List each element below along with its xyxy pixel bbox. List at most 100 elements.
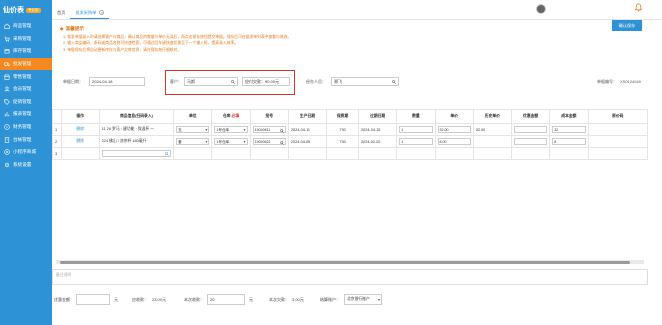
sidebar-item-label: 零售管理: [13, 73, 32, 79]
empty-cell: [396, 147, 436, 160]
sidebar-item-7[interactable]: 报表管理: [0, 108, 52, 121]
account-select[interactable]: 北京银行账户: [344, 294, 382, 305]
price-input[interactable]: 8.00: [437, 138, 471, 145]
col-header-warehouse: 仓库 必填: [211, 109, 251, 124]
cost-cell[interactable]: 32: [549, 123, 589, 136]
tab-wholesale-order[interactable]: 批发采购单 ×: [70, 7, 110, 19]
delete-link-text[interactable]: 删除: [76, 139, 84, 143]
unit-cell[interactable]: 套: [173, 135, 213, 148]
product-cell[interactable]: 224 佛山 / 凉茶杯 180毫升: [98, 135, 175, 148]
sidebar-item-6[interactable]: 促销管理: [0, 96, 52, 109]
row-number: 1: [52, 123, 62, 136]
mfg-date-cell[interactable]: 2024-04-11: [287, 123, 328, 136]
unit-cell[interactable]: 支: [173, 123, 213, 136]
batch-input[interactable]: 19040621: [252, 138, 286, 145]
qty-input[interactable]: 1: [399, 138, 433, 145]
expiry-cell: 2024-04-15: [357, 123, 398, 136]
sidebar-item-11[interactable]: 系统设置: [0, 159, 52, 172]
tips-line: 3. 单据保存后将自动更新库存与客户欠款信息，请在保存前仔细核对。: [63, 47, 182, 52]
unit-select[interactable]: 支: [176, 126, 210, 134]
delete-link[interactable]: 删除: [60, 135, 100, 148]
col-header: 保质期: [326, 109, 359, 124]
sidebar-item-5[interactable]: 会员管理: [0, 83, 52, 96]
tab-home[interactable]: 首页: [52, 7, 70, 19]
discount-cell[interactable]: [510, 135, 551, 148]
discount-amount-input[interactable]: [76, 294, 110, 305]
shelf-life-cell: 730: [326, 135, 359, 148]
search-icon[interactable]: [280, 140, 284, 145]
sidebar-item-3[interactable]: 批发管理: [0, 57, 52, 71]
table-row: 1 删除 11 26 罗马 · 建功能 · 保温杯 一 支 1号仓库 19040…: [52, 123, 648, 136]
table-header-row: 操作 商品信息(扫码录入) 单位 仓库 必填 批号 生产日期 保质期 过期日期 …: [52, 109, 648, 124]
sidebar-item-8[interactable]: ¥ 财务管理: [0, 121, 52, 134]
account-label: 结算账户：: [320, 297, 340, 302]
price-input[interactable]: 32.00: [437, 126, 471, 133]
owed-label: 本次欠款：: [269, 297, 289, 302]
sidebar-item-1[interactable]: 采购管理: [0, 33, 52, 46]
book-icon: [4, 136, 10, 143]
warehouse-select[interactable]: 1号仓库: [214, 126, 248, 134]
scrollbar-thumb[interactable]: [60, 260, 630, 264]
mfg-date-cell[interactable]: 2024-04-05: [287, 135, 328, 148]
warehouse-cell[interactable]: 1号仓库: [211, 135, 251, 148]
staff-label: 经办人员：: [306, 79, 326, 84]
col-header: 商品信息(扫码录入): [98, 109, 175, 124]
delete-link[interactable]: 删除: [60, 123, 100, 136]
empty-cell: [587, 147, 648, 160]
sidebar: 仙价表 专业版 商品管理 采购管理 库存管理 批发管理零售管理会员管理 促销管理 报表管理…: [0, 0, 52, 325]
user-icon: [4, 86, 10, 92]
warehouse-select[interactable]: 1号仓库: [214, 138, 248, 146]
empty-cell: [211, 147, 251, 160]
price-cell[interactable]: 32.00: [434, 123, 474, 136]
order-no-label: 单据编号：: [597, 79, 617, 84]
save-button[interactable]: 确认保存: [612, 20, 642, 31]
search-icon[interactable]: [165, 152, 169, 156]
close-icon[interactable]: ×: [99, 10, 105, 15]
sidebar-item-4[interactable]: 零售管理: [0, 70, 52, 83]
col-header: 成本金额: [549, 109, 589, 124]
tag-icon: [4, 99, 10, 105]
date-field[interactable]: 2024-04-18: [89, 77, 145, 86]
avatar[interactable]: [536, 4, 546, 14]
unit-select[interactable]: 套: [176, 138, 210, 146]
total-value: 23.00元: [152, 297, 167, 302]
col-header: 优惠金额: [510, 109, 551, 124]
batch-cell[interactable]: 19040621: [249, 135, 289, 148]
received-input[interactable]: 20: [207, 294, 245, 305]
truck-icon: [4, 61, 10, 67]
sidebar-item-9[interactable]: 台帐管理: [0, 133, 52, 146]
cart-icon: [4, 36, 10, 42]
price-cell[interactable]: 8.00: [434, 135, 474, 148]
cost-input[interactable]: 8: [552, 138, 586, 145]
batch-value: 19040611: [254, 128, 271, 132]
hist-price-cell: [472, 135, 513, 148]
bell-icon[interactable]: [634, 3, 643, 12]
qty-input[interactable]: 1: [399, 126, 433, 133]
remark-textarea[interactable]: 备注说明: [52, 269, 648, 285]
received-unit: 元: [249, 297, 253, 302]
staff-field[interactable]: 郑飞: [331, 77, 399, 86]
warehouse-cell[interactable]: 1号仓库: [211, 123, 251, 136]
sidebar-item-10[interactable]: 小程序商城: [0, 146, 52, 159]
col-header: 原价码: [587, 109, 648, 124]
search-icon[interactable]: [280, 128, 284, 133]
qty-cell[interactable]: 1: [396, 135, 436, 148]
discount-cell[interactable]: [510, 123, 551, 136]
product-search-cell[interactable]: [98, 147, 175, 160]
cost-input[interactable]: 32: [552, 126, 586, 133]
sidebar-item-2[interactable]: 库存管理: [0, 45, 52, 58]
horizontal-scrollbar[interactable]: [56, 260, 644, 264]
batch-cell[interactable]: 19040611: [249, 123, 289, 136]
cost-cell[interactable]: 8: [549, 135, 589, 148]
search-icon[interactable]: [392, 80, 396, 84]
qty-cell[interactable]: 1: [396, 123, 436, 136]
col-header: 批号: [249, 109, 289, 124]
discount-input[interactable]: [514, 125, 548, 133]
product-search-input[interactable]: [101, 149, 172, 157]
product-cell[interactable]: 11 26 罗马 · 建功能 · 保温杯 一: [98, 123, 175, 136]
delete-link-text[interactable]: 删除: [76, 127, 84, 131]
sidebar-item-0[interactable]: 商品管理: [0, 20, 52, 33]
batch-input[interactable]: 19040611: [252, 126, 286, 133]
logo: 仙价表 专业版: [0, 0, 52, 20]
discount-input[interactable]: [514, 137, 548, 145]
